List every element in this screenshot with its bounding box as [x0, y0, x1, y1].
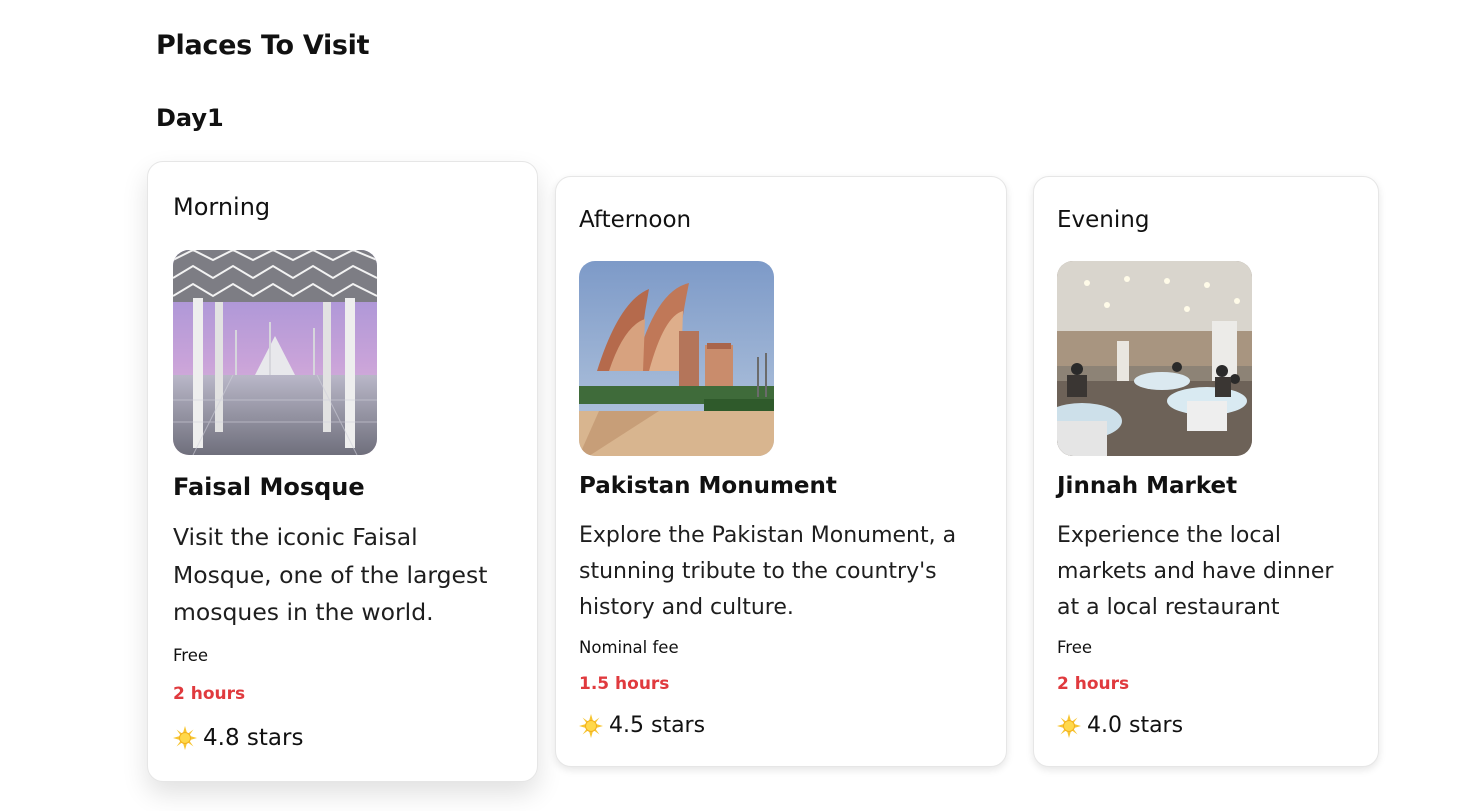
duration-label: 1.5 hours — [579, 674, 670, 694]
rating: 4.8 stars — [173, 725, 303, 751]
place-name: Pakistan Monument — [579, 473, 837, 499]
time-of-day-label: Morning — [173, 193, 271, 221]
place-name: Faisal Mosque — [173, 473, 365, 501]
duration-label: 2 hours — [1057, 674, 1130, 694]
time-of-day-label: Evening — [1057, 207, 1150, 233]
rating-value: 4.0 stars — [1087, 713, 1184, 738]
place-card-afternoon[interactable]: Afternoon Pakistan Monument Explore the … — [555, 176, 1007, 767]
place-card-evening[interactable]: Evening Jinnah Market Experience the loc… — [1033, 176, 1379, 767]
place-description: Visit the iconic Faisal Mosque, one of t… — [173, 523, 488, 626]
place-description: Experience the local markets and have di… — [1057, 523, 1334, 620]
rating-value: 4.5 stars — [609, 713, 706, 738]
rating: 4.0 stars — [1057, 713, 1183, 738]
day-title: Day1 — [156, 104, 224, 132]
rating: 4.5 stars — [579, 713, 705, 738]
place-description: Explore the Pakistan Monument, a stunnin… — [579, 523, 957, 620]
cost-label: Free — [1057, 638, 1093, 657]
cost-label: Free — [173, 646, 209, 665]
sun-icon — [1057, 713, 1081, 738]
jinnah-market-photo — [1057, 261, 1252, 456]
cost-label: Nominal fee — [579, 638, 679, 657]
page-title: Places To Visit — [156, 30, 370, 61]
faisal-mosque-photo — [173, 250, 377, 455]
duration-label: 2 hours — [173, 684, 246, 704]
pakistan-monument-photo — [579, 261, 774, 456]
place-card-morning[interactable]: Morning Faisal Mosque Visit the iconic F… — [147, 161, 538, 782]
sun-icon — [579, 713, 603, 738]
place-name: Jinnah Market — [1057, 473, 1238, 499]
time-of-day-label: Afternoon — [579, 207, 692, 233]
rating-value: 4.8 stars — [203, 725, 304, 751]
sun-icon — [173, 726, 197, 750]
